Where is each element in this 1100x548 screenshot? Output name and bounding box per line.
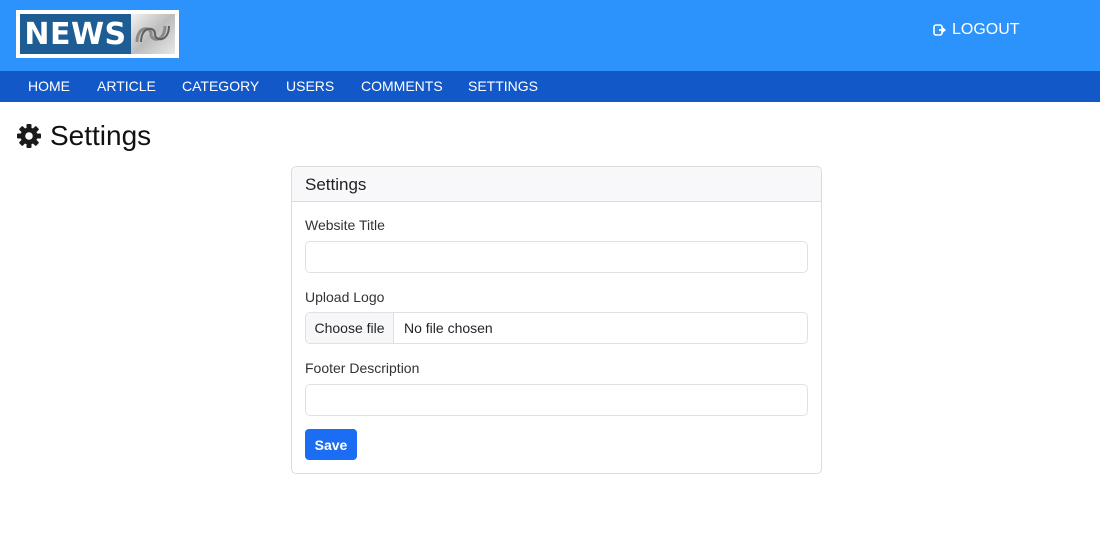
settings-card: Settings Website Title Upload Logo Choos… <box>291 166 822 474</box>
upload-logo-label: Upload Logo <box>305 289 385 305</box>
page-title: Settings <box>50 120 152 151</box>
website-title-input[interactable] <box>305 241 808 273</box>
choose-file-button[interactable]: Choose file <box>306 313 394 343</box>
gear-icon <box>16 123 42 149</box>
footer-description-label: Footer Description <box>305 360 420 376</box>
site-logo[interactable]: NEWS <box>16 10 179 58</box>
main-nav: HOME ARTICLE CATEGORY USERS COMMENTS SET… <box>0 71 1100 102</box>
top-header: NEWS LOGOUT <box>0 0 1100 71</box>
abc-logo-mark-icon <box>131 14 175 54</box>
nav-item-comments[interactable]: COMMENTS <box>361 71 443 102</box>
save-button[interactable]: Save <box>305 429 357 460</box>
website-title-label: Website Title <box>305 217 385 233</box>
nav-item-users[interactable]: USERS <box>286 71 334 102</box>
nav-item-settings[interactable]: SETTINGS <box>468 71 538 102</box>
nav-item-category[interactable]: CATEGORY <box>182 71 259 102</box>
nav-item-home[interactable]: HOME <box>28 71 70 102</box>
page-heading: Settings <box>16 118 151 154</box>
logo-text: NEWS <box>20 14 131 54</box>
nav-item-article[interactable]: ARTICLE <box>97 71 156 102</box>
logout-label: LOGOUT <box>952 21 1020 38</box>
file-status-text: No file chosen <box>404 320 493 336</box>
footer-description-input[interactable] <box>305 384 808 416</box>
logo-file-input[interactable]: Choose file No file chosen <box>305 312 808 344</box>
logo-inner: NEWS <box>20 14 175 54</box>
card-title: Settings <box>292 167 821 202</box>
logout-link[interactable]: LOGOUT <box>933 20 1020 40</box>
logout-icon <box>933 23 947 37</box>
